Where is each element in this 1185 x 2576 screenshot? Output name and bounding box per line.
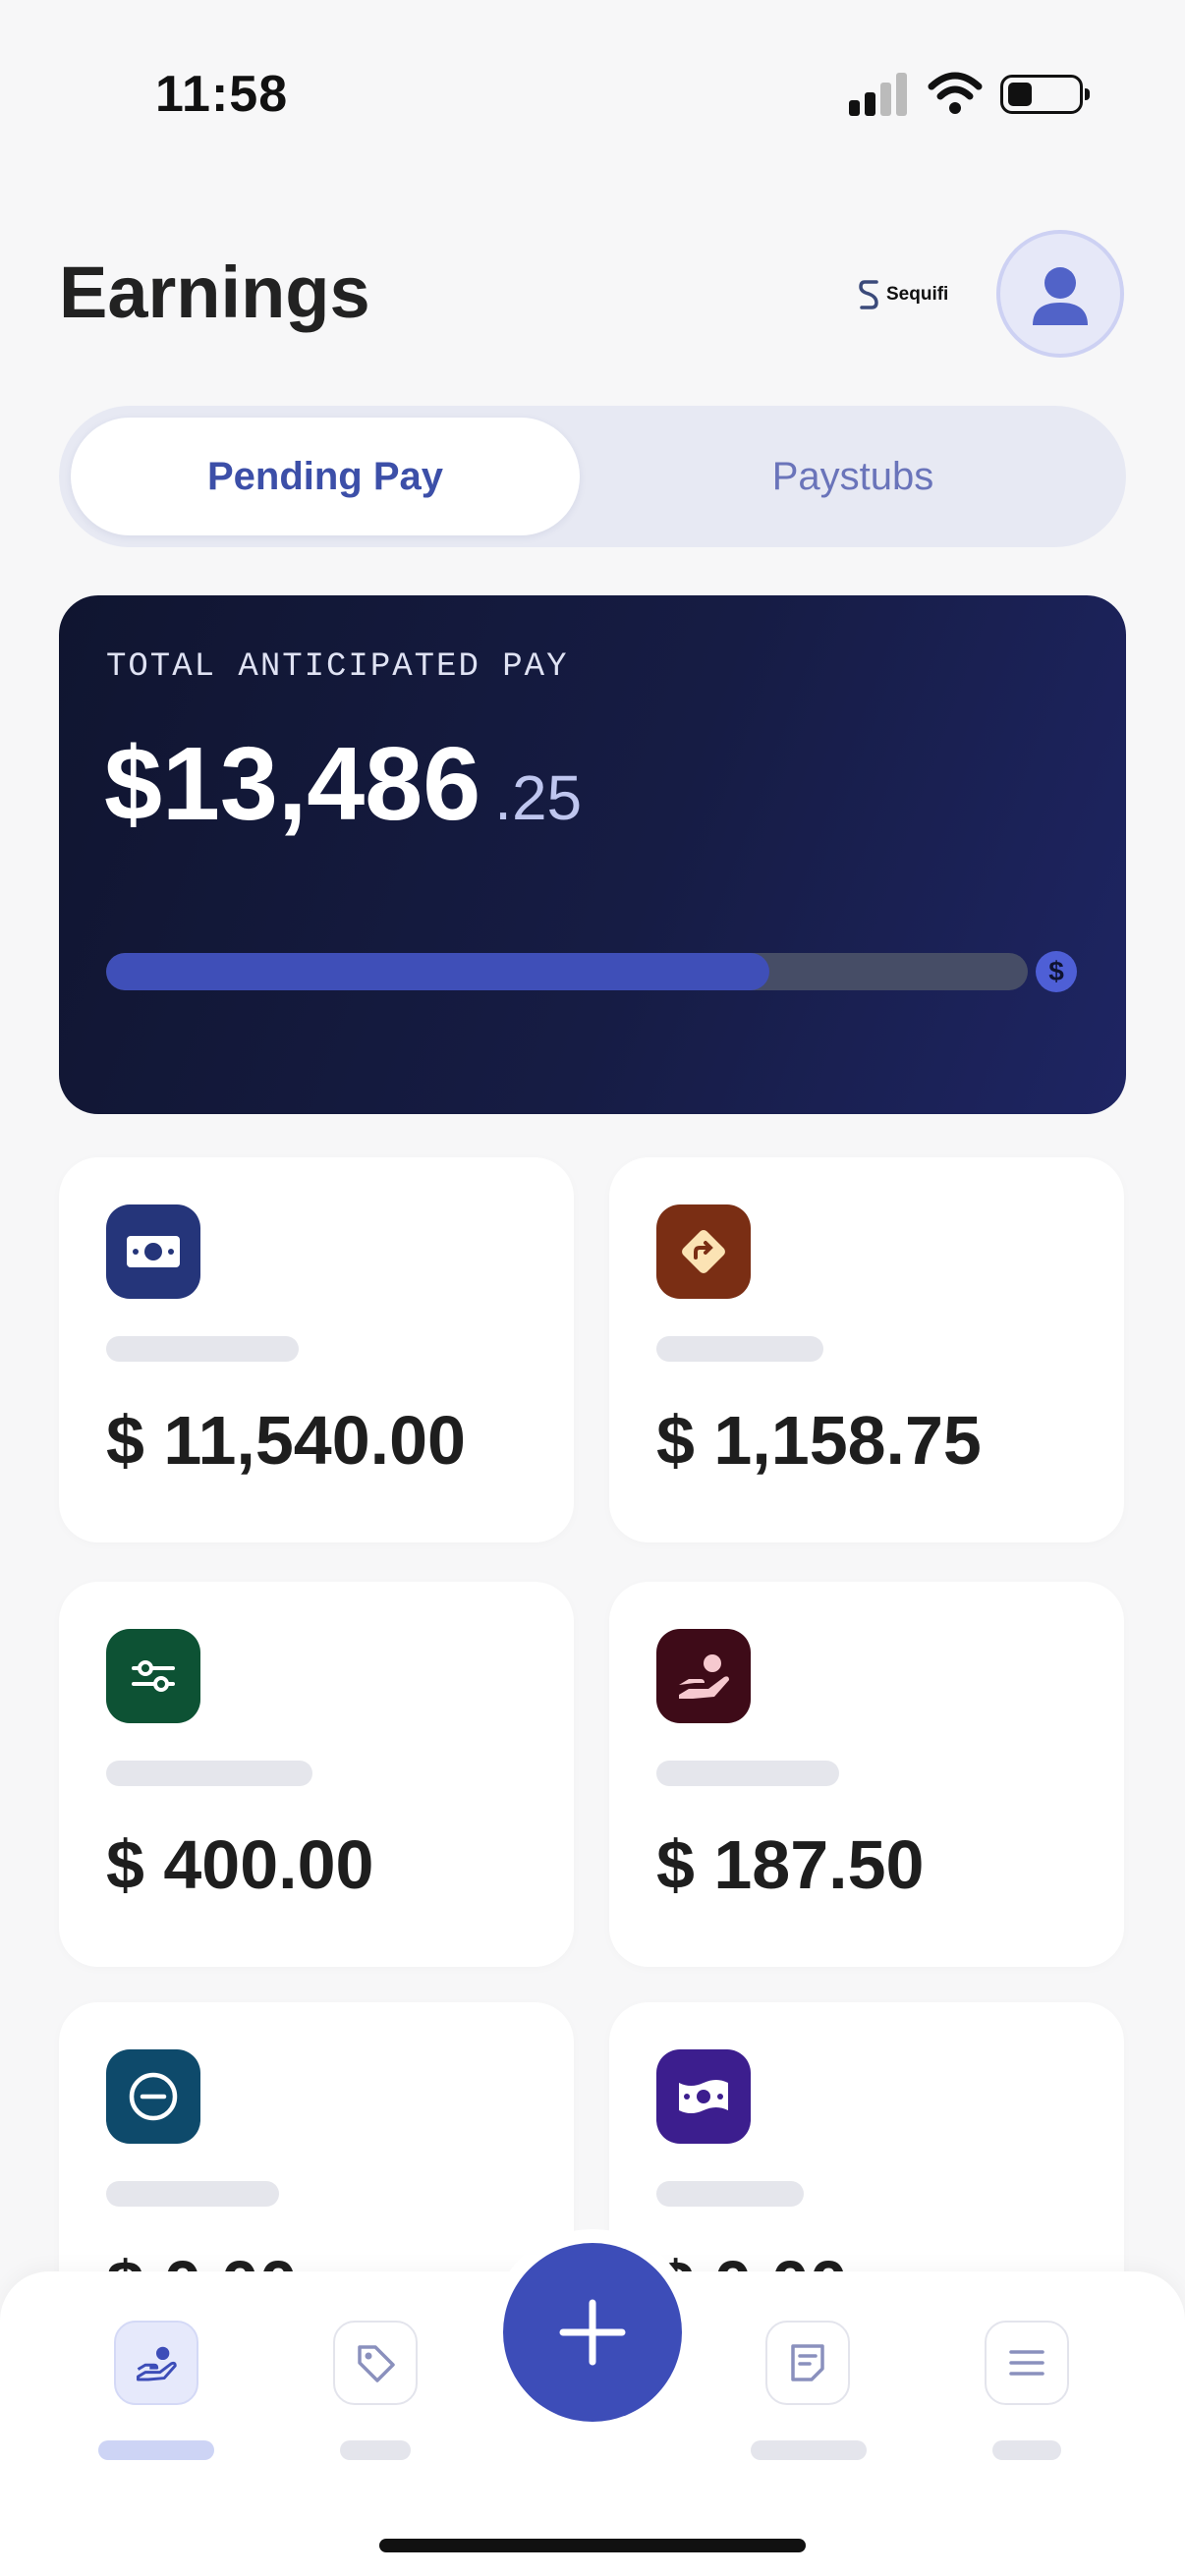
add-button[interactable] — [503, 2243, 682, 2422]
hand-coin-icon — [136, 2346, 177, 2381]
total-anticipated-pay-card[interactable]: TOTAL ANTICIPATED PAY $13,486 .25 $ — [59, 595, 1126, 1114]
brand-logo: Sequifi — [859, 277, 948, 312]
nav-tags[interactable] — [333, 2321, 418, 2405]
hand-coin-icon — [656, 1629, 751, 1723]
earning-card[interactable]: $ 1,158.75 — [609, 1157, 1124, 1542]
brand-name: Sequifi — [886, 284, 949, 305]
pay-progress-fill — [106, 953, 770, 990]
card-amount: $ 1,158.75 — [656, 1402, 982, 1479]
card-label-placeholder — [656, 2181, 804, 2207]
nav-documents-label-placeholder — [751, 2440, 867, 2460]
earning-card[interactable]: $ 187.50 — [609, 1582, 1124, 1967]
banknote-icon — [656, 2049, 751, 2144]
page-title: Earnings — [59, 252, 370, 333]
profile-avatar[interactable] — [996, 230, 1124, 358]
dollar-icon: $ — [1036, 951, 1077, 992]
wifi-icon — [928, 72, 983, 114]
nav-earnings-label-placeholder — [98, 2440, 214, 2460]
hero-amount-main: $13,486 — [104, 726, 481, 842]
nav-menu-label-placeholder — [992, 2440, 1061, 2460]
document-icon — [791, 2344, 824, 2381]
minus-circle-icon — [106, 2049, 200, 2144]
hero-label: TOTAL ANTICIPATED PAY — [106, 648, 569, 686]
menu-icon — [1009, 2350, 1044, 2376]
nav-tags-label-placeholder — [340, 2440, 411, 2460]
card-label-placeholder — [656, 1761, 839, 1786]
pay-progress-bar — [106, 953, 1028, 990]
cash-icon — [106, 1204, 200, 1299]
nav-earnings[interactable] — [114, 2321, 198, 2405]
user-icon — [1033, 267, 1088, 325]
earning-card[interactable]: $ 11,540.00 — [59, 1157, 574, 1542]
hero-amount: $13,486 .25 — [104, 725, 582, 844]
plus-icon — [559, 2299, 626, 2366]
status-time: 11:58 — [155, 66, 289, 123]
sequifi-logo-icon — [859, 280, 878, 309]
card-label-placeholder — [656, 1336, 823, 1362]
battery-icon — [1000, 75, 1090, 114]
card-amount: $ 400.00 — [106, 1826, 374, 1903]
card-label-placeholder — [106, 1336, 299, 1362]
earnings-tabs: Pending Pay Paystubs — [59, 406, 1126, 547]
earning-card[interactable]: $ 400.00 — [59, 1582, 574, 1967]
card-amount: $ 11,540.00 — [106, 1402, 466, 1479]
card-amount: $ 187.50 — [656, 1826, 925, 1903]
sliders-icon — [106, 1629, 200, 1723]
cellular-signal-icon — [849, 73, 908, 116]
nav-menu[interactable] — [985, 2321, 1069, 2405]
home-indicator — [379, 2539, 806, 2552]
tab-pending-pay[interactable]: Pending Pay — [71, 418, 580, 535]
tab-paystubs[interactable]: Paystubs — [590, 418, 1116, 535]
card-label-placeholder — [106, 2181, 279, 2207]
direction-sign-icon — [656, 1204, 751, 1299]
tag-icon — [358, 2345, 395, 2382]
hero-amount-cents: .25 — [494, 762, 583, 833]
nav-documents[interactable] — [765, 2321, 850, 2405]
card-label-placeholder — [106, 1761, 312, 1786]
